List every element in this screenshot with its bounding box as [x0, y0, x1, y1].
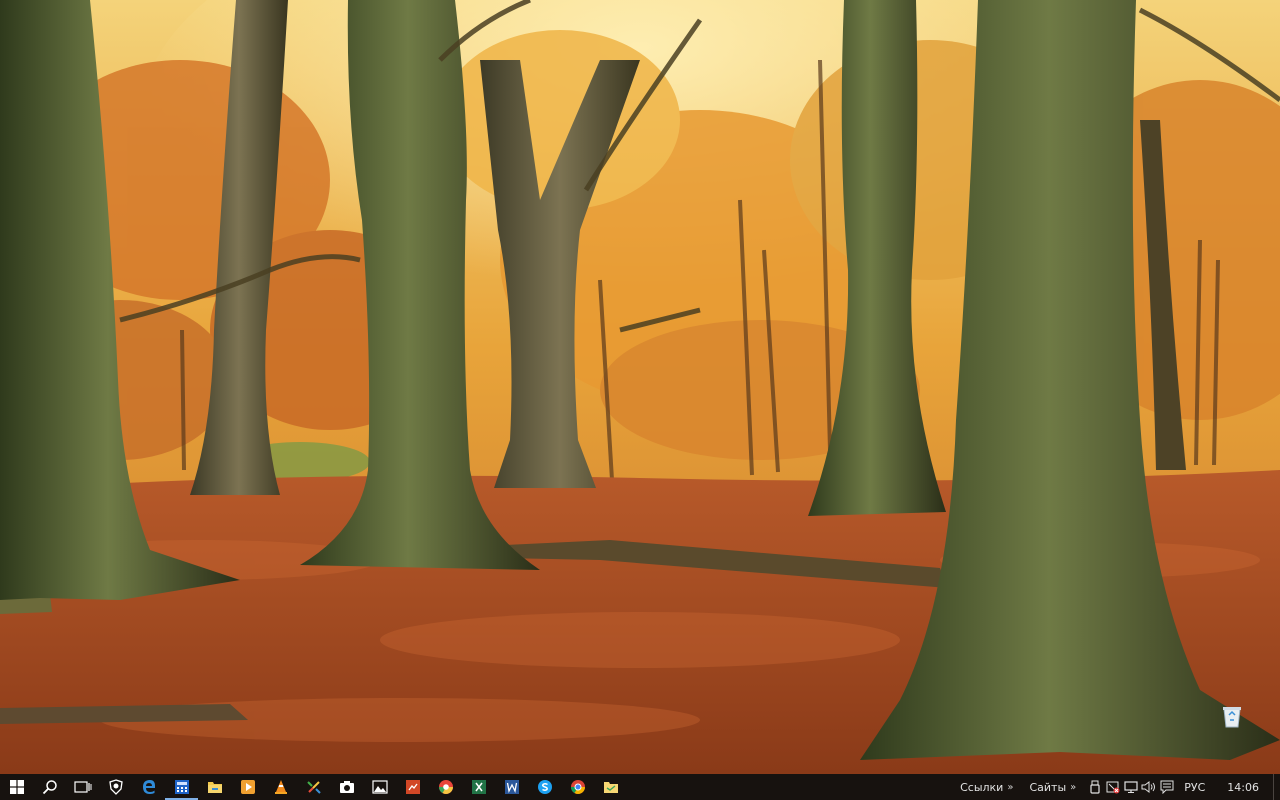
desktop-wallpaper	[0, 0, 1280, 774]
pinned-app-photos[interactable]	[363, 774, 396, 800]
chrome-icon	[570, 780, 585, 794]
chrome-like-icon	[438, 780, 453, 794]
clock[interactable]: 14:06	[1215, 781, 1273, 794]
photos-app-icon	[371, 780, 388, 794]
pinned-app-edge[interactable]	[132, 774, 165, 800]
folder-app-icon	[603, 782, 618, 793]
volume-icon[interactable]	[1140, 774, 1158, 800]
toolbar-links[interactable]: Ссылки	[954, 781, 1007, 794]
media-player-icon	[240, 780, 255, 794]
paint-app-icon	[306, 781, 321, 794]
vlc-icon	[274, 780, 287, 794]
pinned-app-file-explorer[interactable]	[198, 774, 231, 800]
pinned-app-calculator[interactable]	[165, 774, 198, 800]
taskbar: Ссылки » Сайты » РУС 14:06	[0, 774, 1280, 800]
camera-app-icon	[339, 781, 354, 793]
system-tray: Ссылки » Сайты » РУС 14:06	[954, 774, 1280, 800]
word-app-icon	[504, 780, 519, 794]
toolbar-sites[interactable]: Сайты	[1023, 781, 1070, 794]
pinned-app-folder[interactable]	[594, 774, 627, 800]
toolbar-links-chevron[interactable]: »	[1007, 782, 1023, 793]
input-language[interactable]: РУС	[1176, 781, 1215, 794]
presentation-app-icon	[405, 780, 420, 794]
notification-icon[interactable]	[1158, 774, 1176, 800]
search-button[interactable]	[33, 774, 66, 800]
pinned-app-word[interactable]	[495, 774, 528, 800]
network-icon[interactable]	[1122, 774, 1140, 800]
pinned-app-paint[interactable]	[297, 774, 330, 800]
edge-browser-icon	[142, 780, 155, 794]
skype-icon	[537, 780, 552, 794]
pinned-app-skype[interactable]	[528, 774, 561, 800]
pinned-app-colorful[interactable]	[429, 774, 462, 800]
show-desktop-button[interactable]	[1273, 774, 1280, 800]
file-explorer-icon	[207, 782, 222, 793]
shield-app-icon	[108, 779, 123, 795]
pinned-app-media-player[interactable]	[231, 774, 264, 800]
start-button[interactable]	[0, 774, 33, 800]
calculator-app-icon	[174, 780, 189, 794]
pinned-app-shield[interactable]	[99, 774, 132, 800]
pinned-app-vlc[interactable]	[264, 774, 297, 800]
pinned-app-presentation[interactable]	[396, 774, 429, 800]
pinned-app-spreadsheet[interactable]	[462, 774, 495, 800]
recycle-bin-icon[interactable]	[1220, 703, 1244, 729]
task-view-button[interactable]	[66, 774, 99, 800]
search-icon	[42, 780, 57, 795]
spreadsheet-app-icon	[471, 780, 486, 794]
usb-icon[interactable]	[1086, 774, 1104, 800]
windows-logo-icon	[9, 780, 24, 794]
pinned-app-chrome[interactable]	[561, 774, 594, 800]
task-view-icon	[73, 781, 91, 793]
pinned-app-camera[interactable]	[330, 774, 363, 800]
security-alert-icon[interactable]	[1104, 774, 1122, 800]
toolbar-sites-chevron[interactable]: »	[1070, 782, 1086, 793]
